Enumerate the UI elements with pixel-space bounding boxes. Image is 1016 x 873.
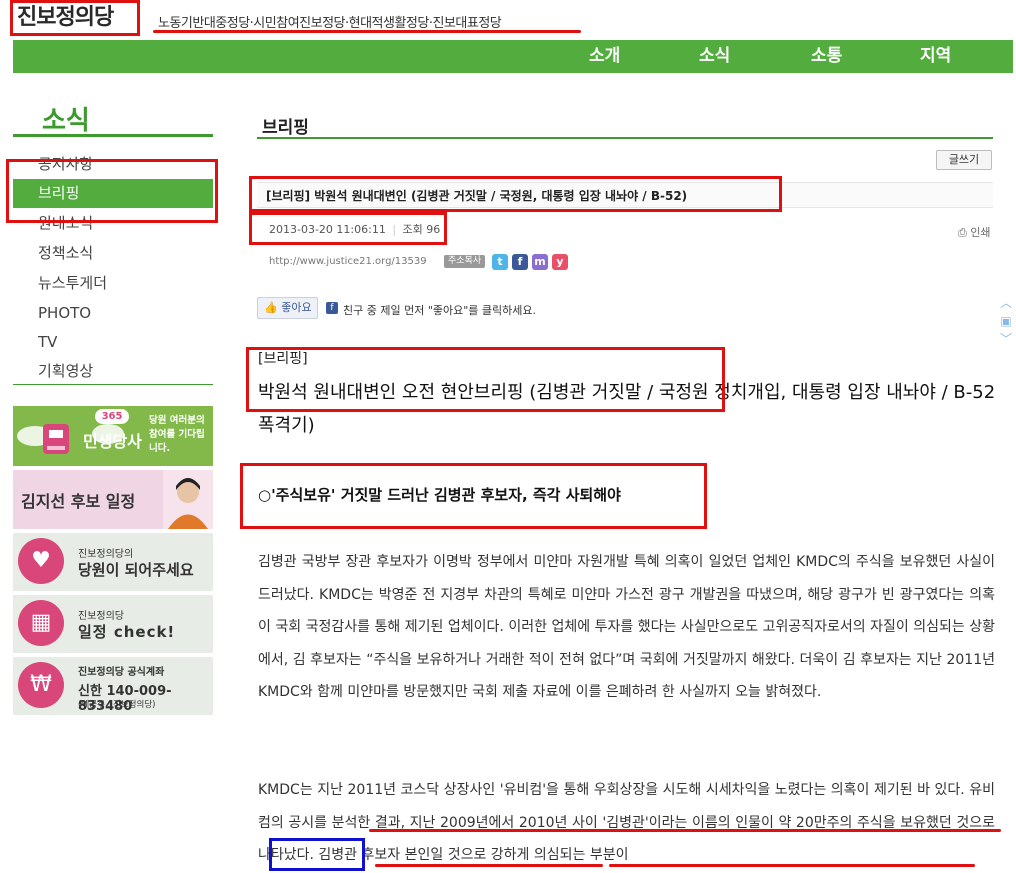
twitter-icon[interactable]: t bbox=[492, 254, 508, 270]
won-icon: ₩ bbox=[18, 662, 64, 708]
annotation-underline bbox=[375, 864, 603, 867]
banner-official-account[interactable]: ₩ 진보정의당 공식계좌 신한 140-009-833480 (예금주 : 진보… bbox=[13, 657, 213, 715]
banner-365-badge: 365 bbox=[95, 409, 129, 424]
facebook-small-icon: f bbox=[326, 302, 338, 314]
annotation-underline bbox=[609, 864, 975, 867]
calendar-icon: ▦ bbox=[18, 600, 64, 646]
nav-item-community[interactable]: 소통 bbox=[811, 40, 842, 73]
sidebar-item-tv[interactable]: TV bbox=[13, 328, 213, 357]
sidebar-item-policy[interactable]: 정책소식 bbox=[13, 239, 213, 268]
site-logo[interactable]: 진보정의당 bbox=[10, 0, 140, 36]
annotation-box bbox=[240, 463, 707, 529]
printer-icon: ⎙ bbox=[958, 226, 967, 239]
banner-schedule-large: 일정 check! bbox=[78, 623, 176, 641]
banner-schedule-check[interactable]: ▦ 진보정의당 일정 check! bbox=[13, 595, 213, 653]
heart-icon: ♥ bbox=[18, 538, 64, 584]
banner-candidate-title: 김지선 후보 일정 bbox=[21, 492, 136, 511]
nav-item-region[interactable]: 지역 bbox=[920, 40, 951, 73]
sidebar-item-video[interactable]: 기획영상 bbox=[13, 357, 213, 386]
like-prompt-text: 친구 중 제일 먼저 "좋아요"를 클릭하세요. bbox=[343, 304, 537, 317]
sidebar-title: 소식 bbox=[42, 106, 90, 136]
nav-item-about[interactable]: 소개 bbox=[589, 40, 620, 73]
annotation-underline bbox=[153, 30, 581, 33]
banner-minsaeng[interactable]: 365 민생당사 당원 여러분의 참여를 기다립니다. bbox=[13, 406, 213, 466]
sidebar-item-photo[interactable]: PHOTO bbox=[13, 299, 213, 328]
candidate-photo bbox=[163, 470, 213, 529]
sidebar-bottom-divider bbox=[13, 384, 213, 385]
banner-minsaeng-text: 당원 여러분의 참여를 기다립니다. bbox=[149, 415, 205, 454]
facebook-icon[interactable]: f bbox=[512, 254, 528, 270]
banner-join-member[interactable]: ♥ 진보정의당의 당원이 되어주세요 bbox=[13, 533, 213, 591]
sidebar-divider bbox=[13, 134, 213, 137]
scroll-middle-icon[interactable]: ▣ bbox=[999, 314, 1013, 328]
banner-account-small: 진보정의당 공식계좌 bbox=[78, 667, 165, 678]
banner-schedule-small: 진보정의당 bbox=[78, 611, 124, 622]
banner-minsaeng-title: 민생당사 bbox=[83, 432, 142, 451]
banner-candidate-schedule[interactable]: 김지선 후보 일정 bbox=[13, 470, 213, 529]
print-label: 인쇄 bbox=[970, 226, 991, 239]
main-nav: 소개 소식 소통 지역 bbox=[13, 40, 1013, 73]
thumbs-up-icon: 👍 bbox=[264, 301, 278, 314]
me2day-icon[interactable]: m bbox=[532, 254, 548, 270]
sidebar-item-newstogether[interactable]: 뉴스투게더 bbox=[13, 269, 213, 298]
annotation-box bbox=[249, 176, 782, 212]
scroll-controls: ︿ ▣ ﹀ bbox=[999, 296, 1013, 346]
scroll-down-icon[interactable]: ﹀ bbox=[999, 332, 1013, 346]
yozm-icon[interactable]: y bbox=[552, 254, 568, 270]
site-tagline: 노동기반대중정당·시민참여진보정당·현대적생활정당·진보대표정당 bbox=[158, 16, 502, 31]
post-url[interactable]: http://www.justice21.org/13539 bbox=[269, 256, 427, 267]
section-divider bbox=[257, 137, 993, 139]
write-button[interactable]: 글쓰기 bbox=[936, 150, 992, 170]
section-title: 브리핑 bbox=[262, 118, 309, 138]
annotation-box bbox=[249, 212, 447, 245]
banner-join-small: 진보정의당의 bbox=[78, 549, 134, 560]
scroll-up-icon[interactable]: ︿ bbox=[999, 296, 1013, 310]
print-link[interactable]: ⎙ 인쇄 bbox=[958, 224, 991, 240]
banner-join-large: 당원이 되어주세요 bbox=[78, 561, 194, 579]
like-label: 좋아요 bbox=[281, 301, 312, 314]
banner-account-holder: (예금주 : 진보정의당) bbox=[78, 700, 156, 710]
annotation-box bbox=[246, 347, 725, 412]
annotation-box-blue bbox=[269, 838, 365, 871]
article-paragraph-2: KMDC는 지난 2011년 코스닥 상장사인 '유비컴'을 통해 우회상장을 … bbox=[258, 782, 995, 863]
copy-url-button[interactable]: 주소복사 bbox=[444, 255, 486, 268]
annotation-box bbox=[6, 159, 218, 223]
facebook-like-button[interactable]: 👍 좋아요 bbox=[257, 297, 318, 319]
article-paragraph-1: 김병관 국방부 장관 후보자가 이명박 정부에서 미얀마 자원개발 특혜 의혹이… bbox=[258, 554, 995, 700]
nav-item-news[interactable]: 소식 bbox=[699, 40, 730, 73]
annotation-underline bbox=[369, 829, 1001, 832]
